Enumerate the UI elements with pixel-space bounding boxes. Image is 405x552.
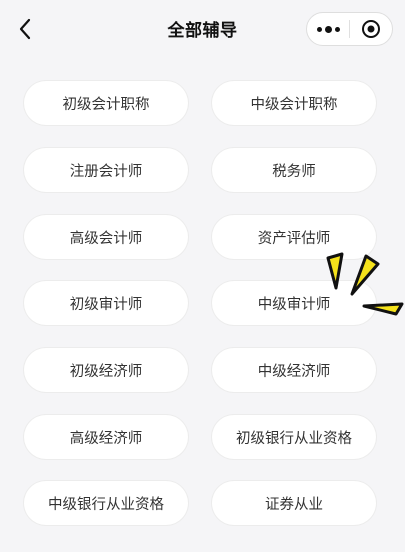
- target-circle-icon: [362, 20, 380, 38]
- category-item[interactable]: 证券从业: [212, 481, 376, 525]
- sparkle-icon: [326, 252, 404, 316]
- category-item[interactable]: 初级经济师: [24, 348, 188, 392]
- category-item[interactable]: 中级银行从业资格: [24, 481, 188, 525]
- mini-program-capsule: [306, 12, 393, 46]
- category-item[interactable]: 注册会计师: [24, 148, 188, 192]
- category-item[interactable]: 中级会计职称: [212, 81, 376, 125]
- close-button[interactable]: [350, 13, 392, 45]
- category-item[interactable]: 税务师: [212, 148, 376, 192]
- category-item[interactable]: 初级会计职称: [24, 81, 188, 125]
- category-item[interactable]: 高级会计师: [24, 215, 188, 259]
- category-item[interactable]: 初级审计师: [24, 281, 188, 325]
- category-item[interactable]: 高级经济师: [24, 415, 188, 459]
- more-button[interactable]: [307, 13, 349, 45]
- category-item[interactable]: 初级银行从业资格: [212, 415, 376, 459]
- category-item[interactable]: 中级经济师: [212, 348, 376, 392]
- more-dots-icon: [316, 25, 340, 33]
- navigation-bar: 全部辅导: [0, 0, 405, 58]
